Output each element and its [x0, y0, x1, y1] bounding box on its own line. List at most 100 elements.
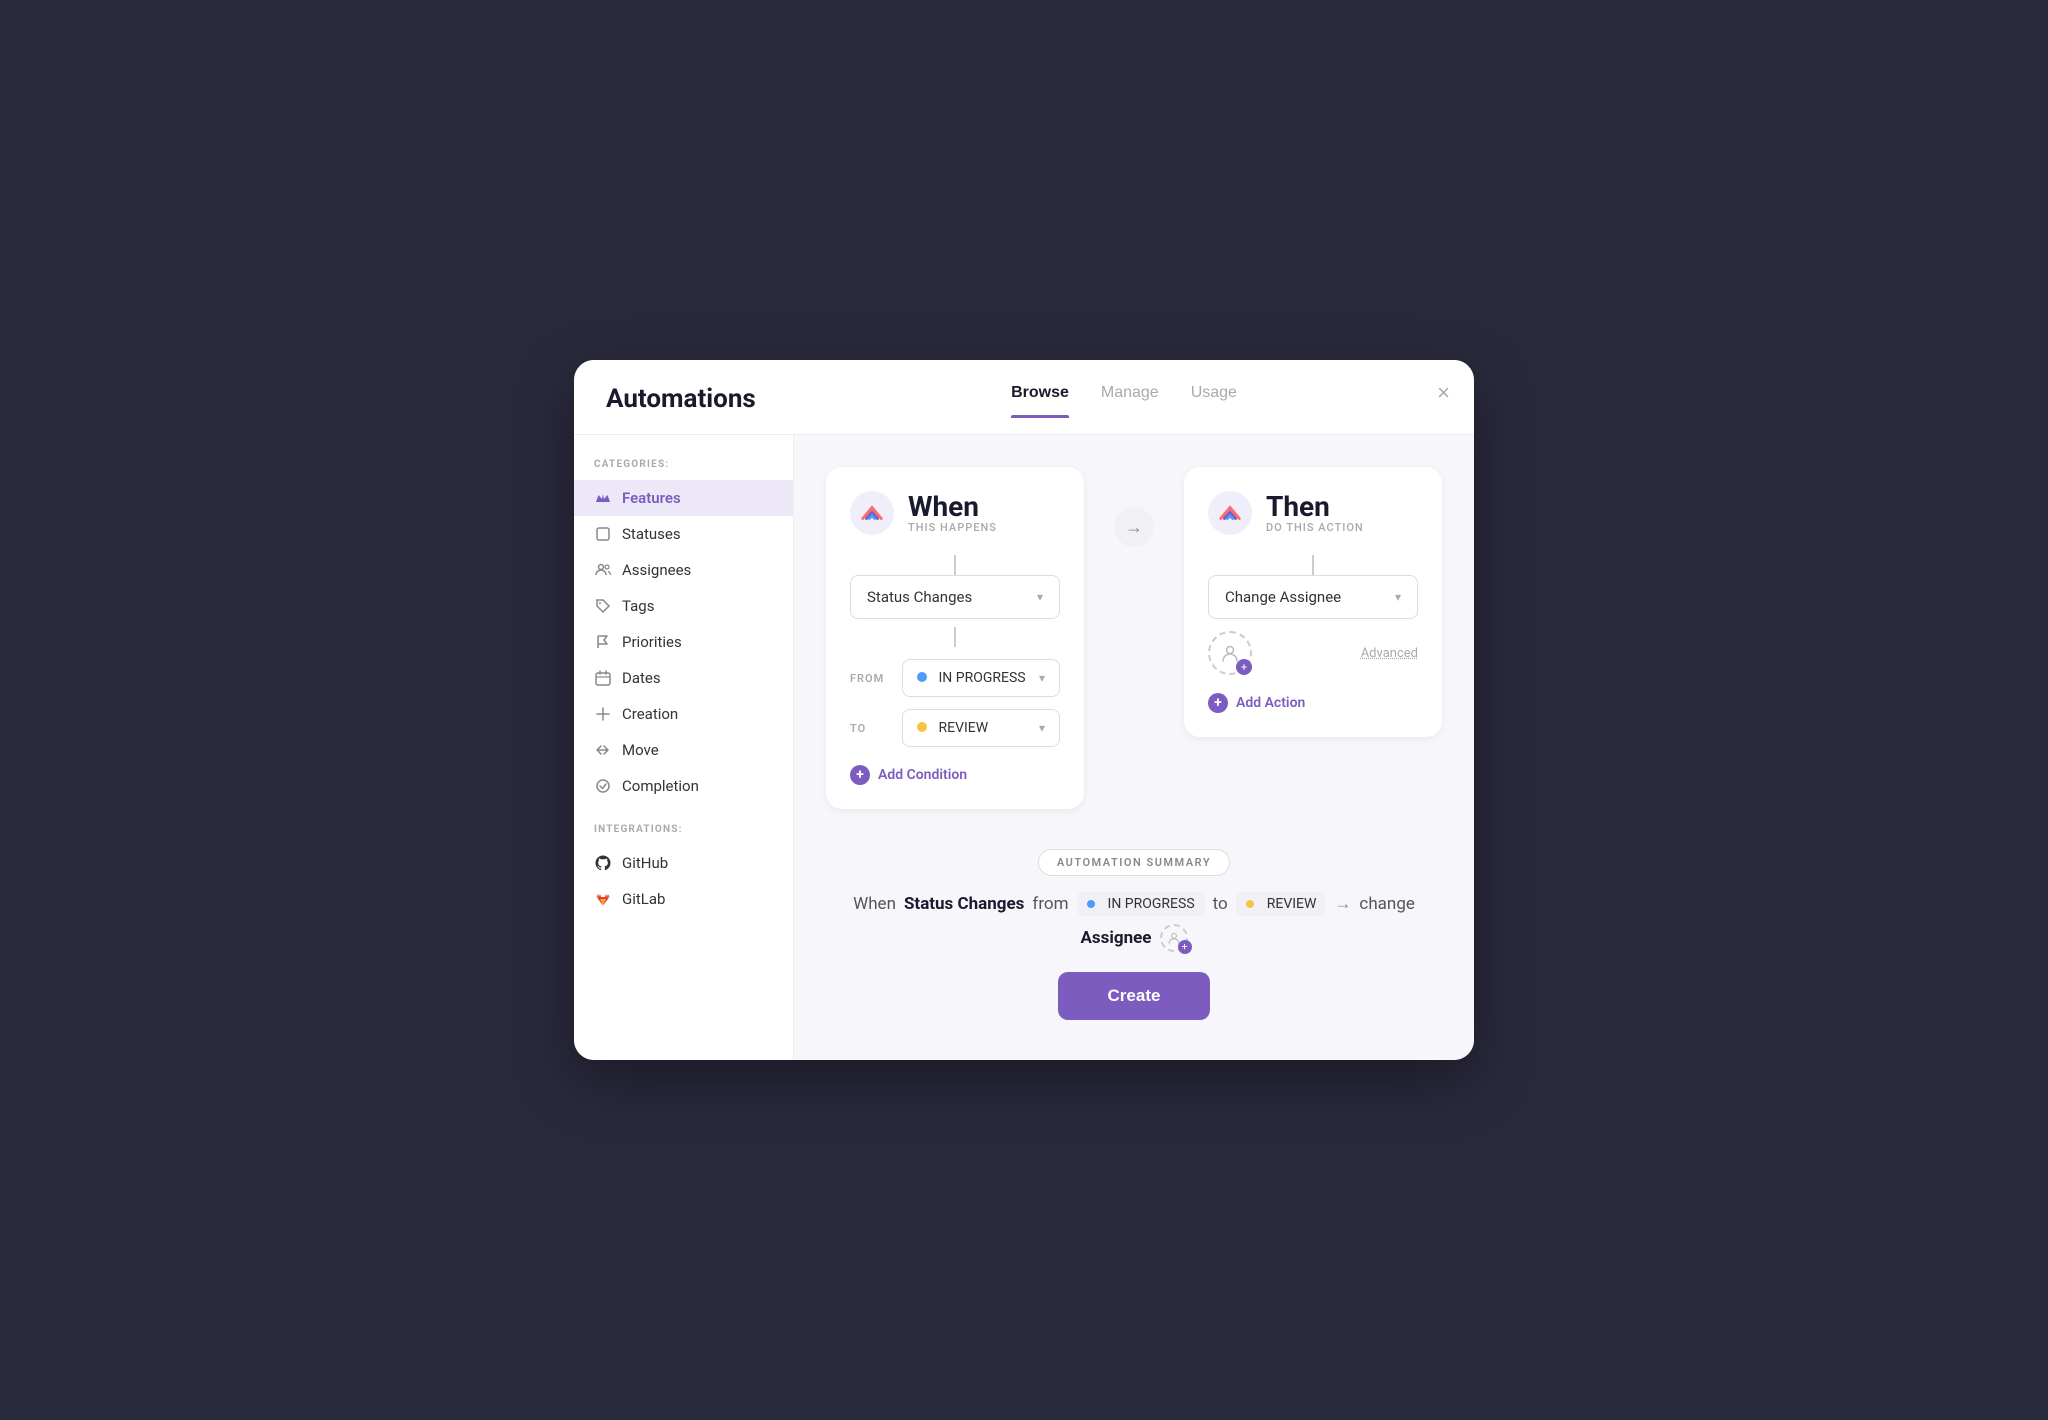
- action-chevron-icon: ▾: [1395, 590, 1401, 604]
- summary-section: AUTOMATION SUMMARY When Status Changes f…: [826, 849, 1442, 1020]
- action-value: Change Assignee: [1225, 588, 1341, 606]
- close-button[interactable]: ×: [1437, 380, 1450, 406]
- sidebar: CATEGORIES: Features Statuses: [574, 435, 794, 1060]
- flag-icon: [594, 633, 612, 651]
- when-subtitle: THIS HAPPENS: [908, 521, 997, 534]
- sidebar-item-gitlab[interactable]: GitLab: [574, 881, 793, 917]
- modal-body: CATEGORIES: Features Statuses: [574, 435, 1474, 1060]
- arrow-icon: →: [1114, 507, 1154, 547]
- sidebar-item-features[interactable]: Features: [574, 480, 793, 516]
- integrations-label: INTEGRATIONS:: [574, 824, 793, 845]
- from-dropdown[interactable]: IN PROGRESS ▾: [902, 659, 1060, 697]
- then-logo: [1208, 491, 1252, 535]
- summary-plus-badge: +: [1178, 940, 1192, 954]
- then-title: Then: [1266, 493, 1364, 521]
- assignee-avatar[interactable]: +: [1208, 631, 1252, 675]
- summary-to-dot: [1246, 900, 1254, 908]
- summary-to-word: to: [1213, 894, 1228, 914]
- sidebar-item-assignees-label: Assignees: [622, 561, 691, 579]
- then-connector-top: [1312, 555, 1314, 575]
- when-title: When: [908, 493, 997, 521]
- sidebar-item-creation-label: Creation: [622, 705, 678, 723]
- from-label: FROM: [850, 672, 890, 685]
- add-action-button[interactable]: + Add Action: [1208, 693, 1418, 713]
- from-content: IN PROGRESS: [917, 670, 1026, 686]
- from-row: FROM IN PROGRESS ▾: [850, 659, 1060, 697]
- to-status-dot: [917, 722, 927, 732]
- summary-assignee-icon-wrapper: +: [1160, 924, 1188, 952]
- to-value: REVIEW: [938, 720, 988, 736]
- sidebar-item-completion-label: Completion: [622, 777, 699, 795]
- tab-browse[interactable]: Browse: [1011, 384, 1069, 418]
- categories-label: CATEGORIES:: [574, 459, 793, 480]
- clickup-logo-then: [1217, 500, 1243, 526]
- sidebar-item-completion[interactable]: Completion: [574, 768, 793, 804]
- creation-icon: [594, 705, 612, 723]
- github-icon: [594, 854, 612, 872]
- then-subtitle: DO THIS ACTION: [1266, 521, 1364, 534]
- then-panel: Then DO THIS ACTION Change Assignee ▾: [1184, 467, 1442, 737]
- summary-text: When Status Changes from IN PROGRESS to …: [826, 892, 1442, 952]
- to-row: TO REVIEW ▾: [850, 709, 1060, 747]
- from-status-dot: [917, 672, 927, 682]
- summary-action-word: change: [1359, 894, 1414, 914]
- when-logo: [850, 491, 894, 535]
- when-connector-mid: [954, 627, 956, 647]
- assignee-area: + Advanced: [1208, 631, 1418, 675]
- trigger-value: Status Changes: [867, 588, 972, 606]
- summary-from-pill: IN PROGRESS: [1077, 892, 1205, 916]
- sidebar-item-statuses-label: Statuses: [622, 525, 681, 543]
- sidebar-item-dates[interactable]: Dates: [574, 660, 793, 696]
- sidebar-item-statuses[interactable]: Statuses: [574, 516, 793, 552]
- summary-action-bold: Assignee: [1081, 928, 1152, 948]
- calendar-icon: [594, 669, 612, 687]
- sidebar-item-move[interactable]: Move: [574, 732, 793, 768]
- advanced-link[interactable]: Advanced: [1361, 646, 1418, 661]
- summary-to-pill: REVIEW: [1236, 892, 1327, 916]
- automation-builder: When THIS HAPPENS Status Changes ▾ FROM: [826, 467, 1442, 809]
- users-icon: [594, 561, 612, 579]
- summary-label-row: AUTOMATION SUMMARY: [826, 849, 1442, 876]
- sidebar-item-move-label: Move: [622, 741, 659, 759]
- modal-header: Automations Browse Manage Usage ×: [574, 360, 1474, 435]
- summary-from-value: IN PROGRESS: [1108, 896, 1195, 912]
- create-button[interactable]: Create: [1058, 972, 1211, 1020]
- add-condition-button[interactable]: + Add Condition: [850, 765, 1060, 785]
- summary-from-dot: [1087, 900, 1095, 908]
- arrow-connector: →: [1104, 507, 1164, 547]
- tabs-container: Browse Manage Usage: [1011, 384, 1237, 418]
- sidebar-item-priorities[interactable]: Priorities: [574, 624, 793, 660]
- sidebar-item-github-label: GitHub: [622, 854, 668, 872]
- summary-when-word: When: [853, 894, 896, 914]
- sidebar-item-assignees[interactable]: Assignees: [574, 552, 793, 588]
- to-dropdown[interactable]: REVIEW ▾: [902, 709, 1060, 747]
- sidebar-item-dates-label: Dates: [622, 669, 661, 687]
- add-condition-plus-icon: +: [850, 765, 870, 785]
- sidebar-item-creation[interactable]: Creation: [574, 696, 793, 732]
- action-dropdown[interactable]: Change Assignee ▾: [1208, 575, 1418, 619]
- trigger-chevron-icon: ▾: [1037, 590, 1043, 604]
- tab-manage[interactable]: Manage: [1101, 384, 1159, 418]
- then-panel-header: Then DO THIS ACTION: [1208, 491, 1418, 535]
- from-value: IN PROGRESS: [938, 670, 1025, 686]
- then-title-group: Then DO THIS ACTION: [1266, 493, 1364, 534]
- summary-arrow-icon: →: [1334, 894, 1351, 914]
- automations-modal: Automations Browse Manage Usage × CATEGO…: [574, 360, 1474, 1060]
- sidebar-item-priorities-label: Priorities: [622, 633, 682, 651]
- gitlab-icon: [594, 890, 612, 908]
- square-icon: [594, 525, 612, 543]
- add-action-label: Add Action: [1236, 695, 1305, 711]
- sidebar-item-features-label: Features: [622, 489, 681, 507]
- when-connector-top: [954, 555, 956, 575]
- check-circle-icon: [594, 777, 612, 795]
- to-chevron-icon: ▾: [1039, 721, 1045, 735]
- sidebar-item-github[interactable]: GitHub: [574, 845, 793, 881]
- sidebar-item-tags-label: Tags: [622, 597, 654, 615]
- sidebar-item-gitlab-label: GitLab: [622, 890, 665, 908]
- main-content: When THIS HAPPENS Status Changes ▾ FROM: [794, 435, 1474, 1060]
- trigger-dropdown[interactable]: Status Changes ▾: [850, 575, 1060, 619]
- tab-usage[interactable]: Usage: [1191, 384, 1237, 418]
- sidebar-item-tags[interactable]: Tags: [574, 588, 793, 624]
- person-icon: [1220, 643, 1240, 663]
- when-title-group: When THIS HAPPENS: [908, 493, 997, 534]
